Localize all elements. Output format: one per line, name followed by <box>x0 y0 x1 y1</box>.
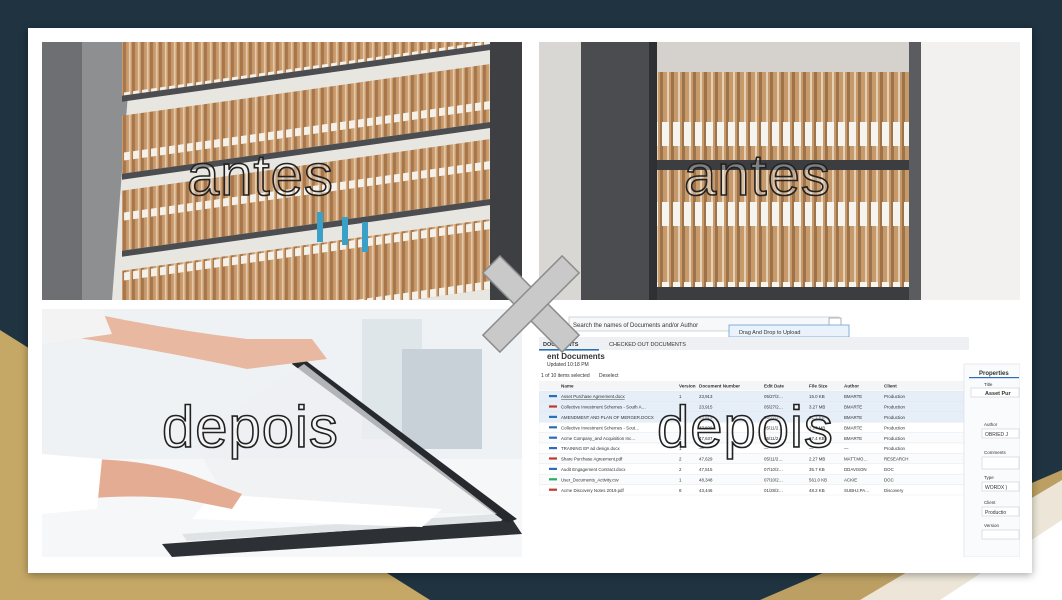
before-photo-right: antes <box>539 42 1020 300</box>
app-table-cell: BMARTE <box>844 425 862 430</box>
app-prop-type-value: WORDX ) <box>985 485 1008 491</box>
app-table-cell: BMARTE <box>844 394 862 399</box>
app-properties-title: Properties <box>979 371 1009 377</box>
app-table-cell: AMENDMENT AND PLAN OF MERGER.DOCX <box>561 415 654 420</box>
app-column-header: Edit Date <box>764 384 784 389</box>
app-table-cell: Production <box>884 405 906 410</box>
app-column-header: Client <box>884 384 897 389</box>
file-type-icon <box>549 415 557 418</box>
app-table-cell: Acme Company_and Acquisition Inc… <box>561 436 636 441</box>
app-table-cell: SUBHJ.PA… <box>844 488 870 493</box>
app-column-header: Name <box>561 384 574 389</box>
app-table-cell: Production <box>884 446 906 451</box>
before-label-left: antes <box>186 142 334 209</box>
app-table-cell: Production <box>884 425 906 430</box>
file-type-icon <box>549 405 557 408</box>
app-table-cell: 35.7 KB <box>809 467 825 472</box>
app-prop-type-label: Type <box>984 475 994 480</box>
app-table-cell: User_Documents_Activity.csv <box>561 477 620 482</box>
after-app-screenshot: Search the names of Documents and/or Aut… <box>539 309 1020 557</box>
app-prop-client-label: Client <box>984 500 996 505</box>
app-prop-client-value: Productio <box>985 510 1006 516</box>
app-table-cell: 48,348 <box>699 477 713 482</box>
app-table-cell: DDAVISON <box>844 467 867 472</box>
app-table-cell: Collective Investment Schemes - Sout… <box>561 425 640 430</box>
app-table-cell: Share Purchase Agreement.pdf <box>561 457 623 462</box>
app-prop-comments-label: Comments <box>984 450 1007 455</box>
app-table-cell: 48.2 KB <box>809 488 825 493</box>
file-type-icon <box>549 426 557 429</box>
app-table-cell: Collective Investment Schemes - South A… <box>561 405 646 410</box>
app-table-cell: DOC <box>884 467 894 472</box>
app-table-cell: Acme Discovery Notes 2019.pdf <box>561 488 624 493</box>
file-type-icon <box>549 457 557 460</box>
app-table-cell: 07/10/2… <box>764 477 783 482</box>
app-table-cell: MATT.MO… <box>844 457 868 462</box>
file-type-icon <box>549 467 557 470</box>
app-table-cell: BMARTE <box>844 415 862 420</box>
app-search-placeholder: Search the names of Documents and/or Aut… <box>573 323 698 329</box>
file-type-icon <box>549 488 557 491</box>
app-table-cell: Production <box>884 415 906 420</box>
app-table-cell: DOC <box>884 477 894 482</box>
file-type-icon <box>549 478 557 481</box>
app-column-header: File Size <box>809 384 828 389</box>
app-prop-title-value: Asset Pur <box>985 391 1012 397</box>
x-cross-icon <box>481 254 581 354</box>
app-table-cell: 561.0 KB <box>809 477 827 482</box>
app-selection-note: 1 of 10 items selected <box>541 373 590 379</box>
app-deselect-link: Deselect <box>599 373 619 379</box>
app-table-cell: Production <box>884 436 906 441</box>
app-tab-checked-out: CHECKED OUT DOCUMENTS <box>609 342 686 348</box>
app-table-cell: BMARTE <box>844 436 862 441</box>
app-table-cell: RESEARCH <box>884 457 908 462</box>
before-label-right: antes <box>683 142 831 209</box>
after-photo-left: depois <box>42 309 522 557</box>
app-table-cell: TRAINING EP ad design.docx <box>561 446 621 451</box>
app-column-header: Author <box>844 384 859 389</box>
app-drop-hint: Drag And Drop to Upload <box>739 330 800 336</box>
app-prop-author-value: OBRIED J <box>985 432 1009 438</box>
app-column-header: Document Number <box>699 384 740 389</box>
file-type-icon <box>549 395 557 398</box>
app-table-cell: 07/10/2… <box>764 467 783 472</box>
file-type-icon <box>549 447 557 450</box>
after-label-left: depois <box>161 394 339 461</box>
app-table-cell: 47,515 <box>699 467 713 472</box>
app-prop-author-label: Author <box>984 422 998 427</box>
after-label-right: depois <box>656 394 834 461</box>
app-table-cell: BMARTE <box>844 405 862 410</box>
app-prop-version-label: Version <box>984 523 1000 528</box>
app-table-cell: Production <box>884 394 906 399</box>
app-table-cell: — <box>844 446 849 451</box>
app-table-cell: Audit Engagement Contract.docx <box>561 467 626 472</box>
app-prop-title-label: Title <box>984 382 993 387</box>
app-table-cell: 43,446 <box>699 488 713 493</box>
app-table-cell: Asset Purchase Agreement.docx <box>561 394 626 399</box>
app-table-cell: ACKIE <box>844 477 857 482</box>
app-table-cell: Discovery <box>884 488 904 493</box>
before-photo-left: antes <box>42 42 522 300</box>
file-type-icon <box>549 436 557 439</box>
app-column-header: Version <box>679 384 696 389</box>
app-table-cell: 01/28/2… <box>764 488 783 493</box>
